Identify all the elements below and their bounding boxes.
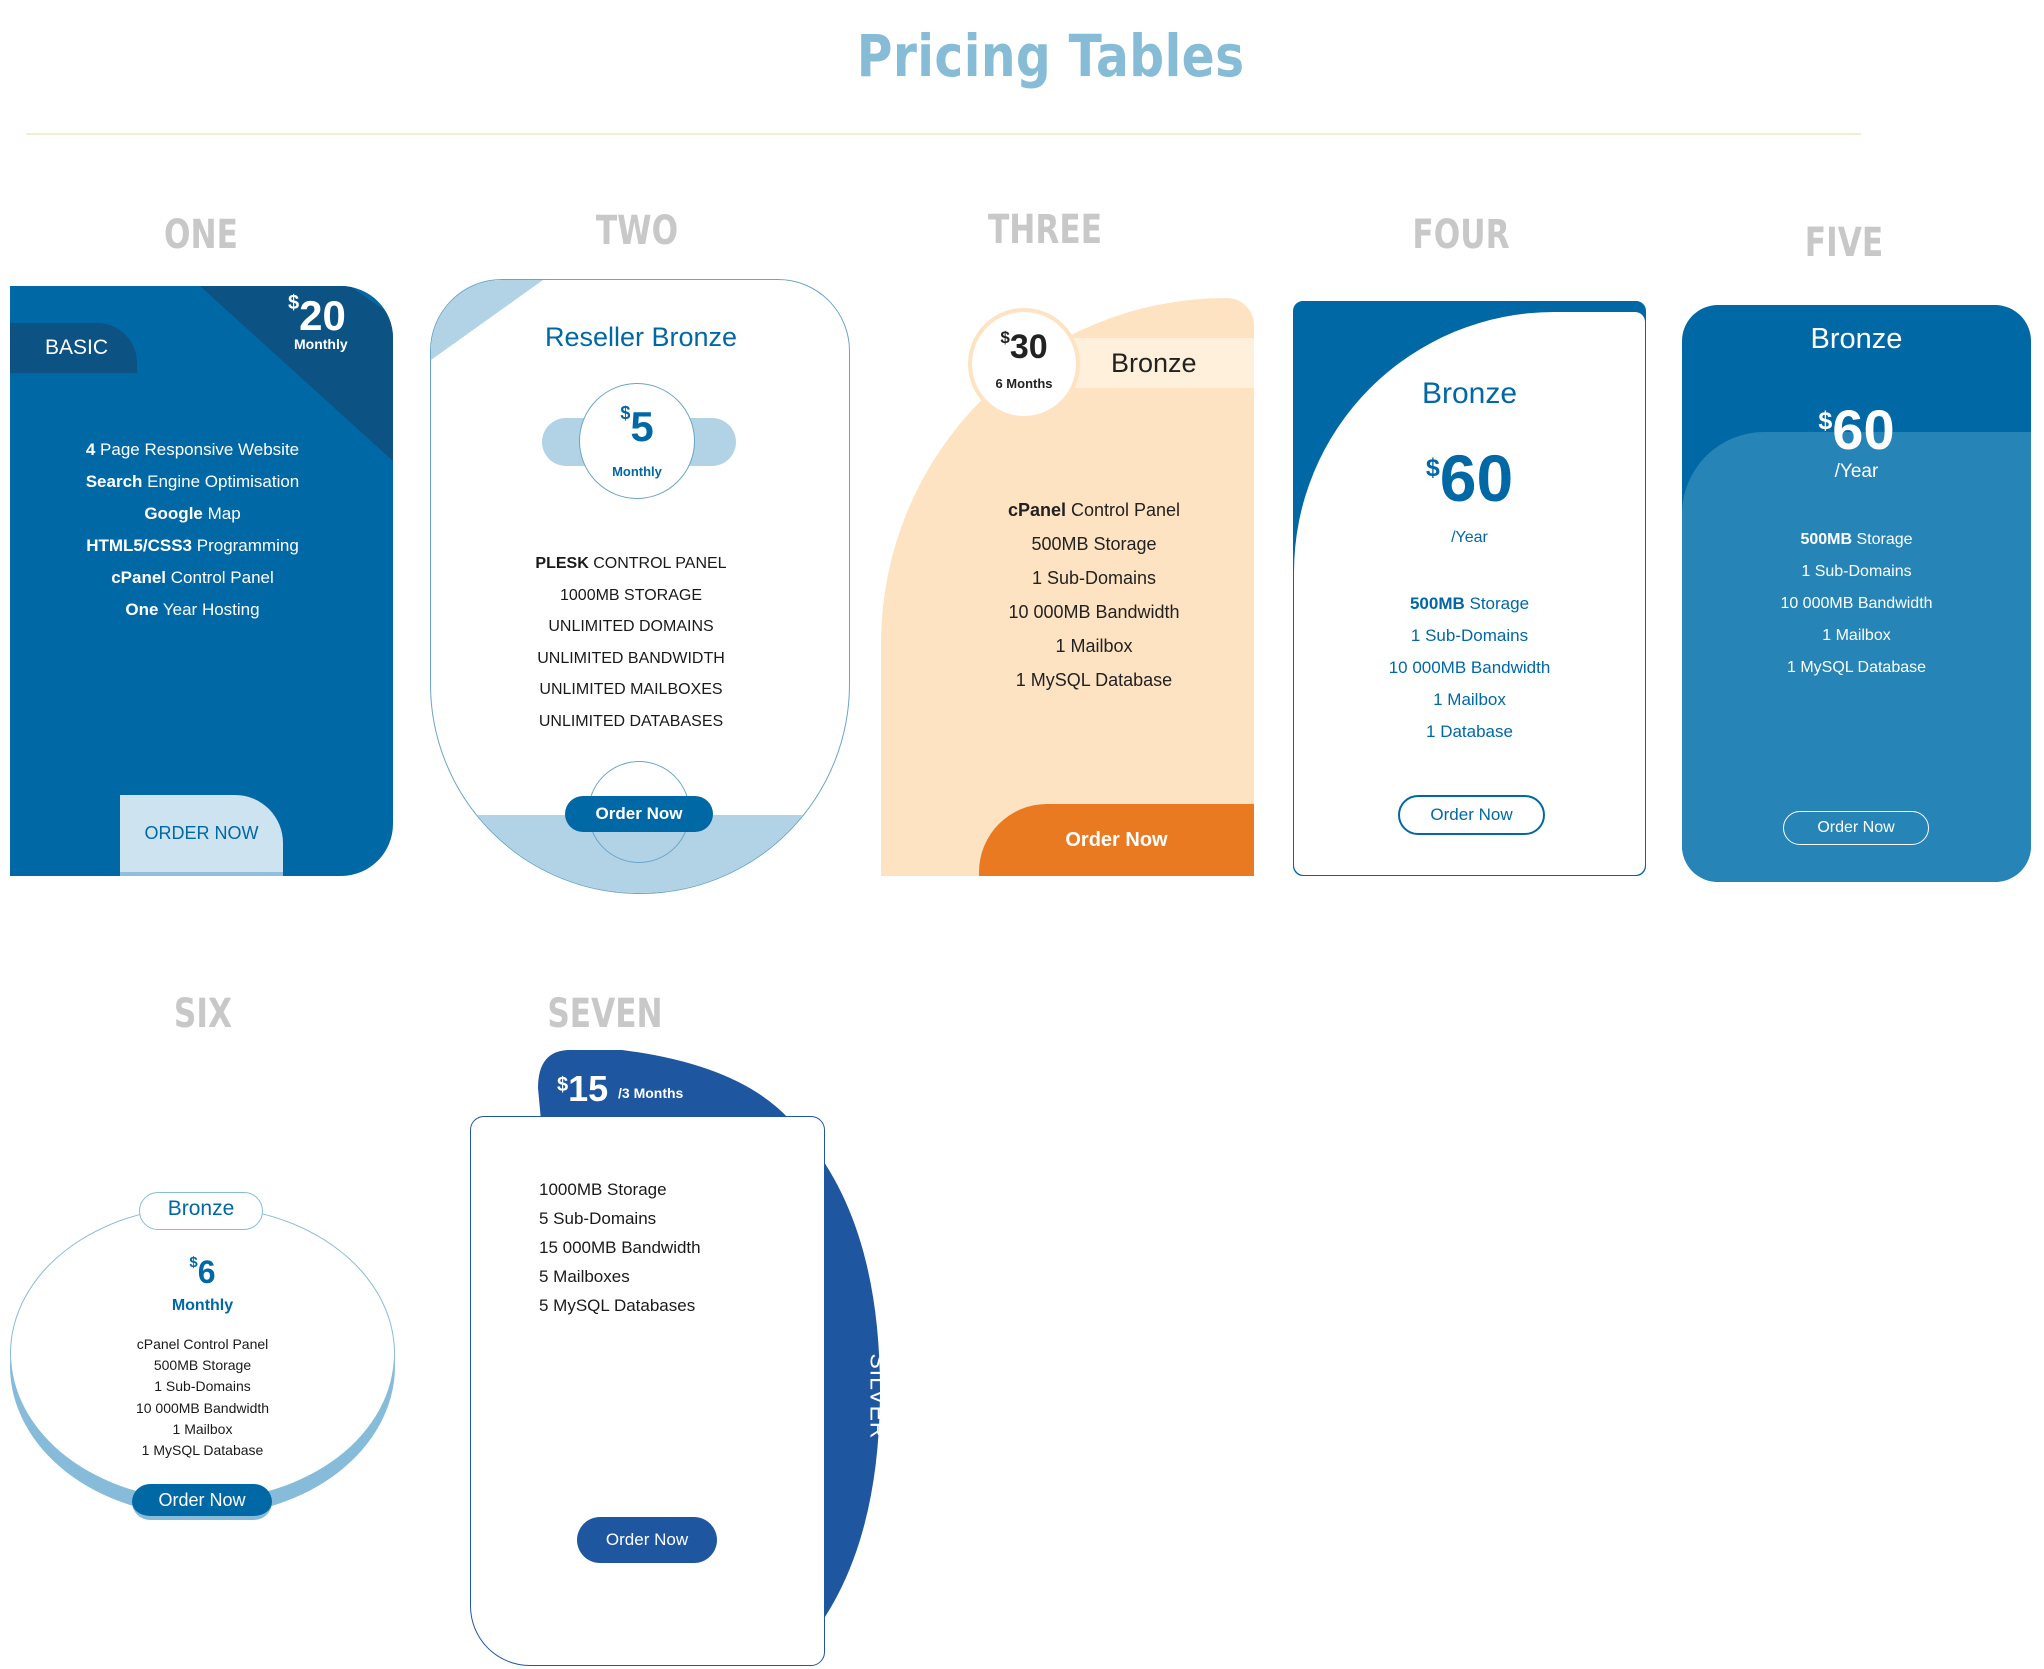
plan-name: Bronze	[1421, 377, 1518, 410]
feature-list: 4 Page Responsive Website Search Engine …	[10, 434, 375, 626]
feature-item: 10 000MB Bandwidth	[1780, 595, 1933, 612]
plan-name: SILVER	[865, 1353, 892, 1440]
feature-list: cPanel Control Panel 500MB Storage 1 Sub…	[10, 1334, 395, 1461]
title-divider	[26, 133, 1861, 135]
plan-name: Bronze	[167, 1197, 235, 1220]
feature-item: 1 Mailbox	[1433, 690, 1506, 709]
price: $60	[1818, 398, 1895, 461]
billing-period: /Year	[1834, 461, 1879, 482]
feature-item: cPanel Control Panel	[1007, 500, 1181, 520]
feature-item: 1000MB Storage	[539, 1180, 667, 1199]
feature-item: 1 Database	[1426, 722, 1513, 741]
price: $15	[557, 1068, 609, 1109]
billing-period: /3 Months	[618, 1085, 684, 1101]
plan-name: Bronze	[1810, 323, 1903, 355]
pricing-card-bronze-yearly-alt: Bronze $60 /Year 500MB Storage 1 Sub-Dom…	[1682, 305, 2031, 882]
billing-period: 6 Months	[995, 376, 1053, 391]
feature-item: 5 Mailboxes	[539, 1267, 630, 1286]
price: $60	[1425, 441, 1514, 515]
label-five: FIVE	[1804, 220, 1884, 266]
feature-item: 1000MB STORAGE	[560, 586, 702, 604]
feature-item: PLESK CONTROL PANEL	[535, 555, 727, 572]
label-four: FOUR	[1412, 212, 1510, 258]
feature-list: 500MB Storage 1 Sub-Domains 10 000MB Ban…	[1682, 524, 2031, 684]
feature-item: Search Engine Optimisation	[85, 472, 300, 491]
plan-name: Bronze	[1111, 348, 1197, 378]
order-now-button[interactable]: Order Now	[1398, 795, 1545, 835]
feature-item: 1 MySQL Database	[1015, 670, 1173, 690]
plan-name: BASIC	[45, 336, 109, 359]
label-two: TWO	[595, 208, 679, 254]
feature-item: 5 Sub-Domains	[539, 1209, 657, 1228]
feature-item: 10 000MB Bandwidth	[1008, 602, 1180, 622]
order-now-button[interactable]: Order Now	[565, 796, 713, 832]
feature-item: 1 Sub-Domains	[1801, 563, 1912, 580]
feature-item: 500MB Storage	[1409, 594, 1530, 613]
billing-period: Monthly	[612, 464, 662, 479]
feature-item: 1 Sub-Domains	[1410, 626, 1529, 645]
price: $5	[620, 403, 654, 450]
order-now-button[interactable]: ORDER NOW	[120, 795, 283, 876]
feature-item: 500MB Storage	[153, 1357, 252, 1374]
plan-name: Reseller Bronze	[544, 322, 738, 352]
feature-item: Google Map	[144, 504, 241, 523]
feature-item: 1 Mailbox	[1822, 627, 1891, 644]
feature-item: 500MB Storage	[1031, 534, 1157, 554]
feature-item: 4 Page Responsive Website	[85, 440, 300, 459]
pricing-card-silver: $15 /3 Months SILVER 1000MB Storage 5 Su…	[470, 1050, 892, 1666]
feature-item: UNLIMITED DATABASES	[538, 712, 724, 730]
label-six: SIX	[173, 991, 233, 1037]
feature-item: 15 000MB Bandwidth	[539, 1238, 701, 1257]
feature-list: cPanel Control Panel 500MB Storage 1 Sub…	[929, 493, 1259, 697]
feature-item: 1 MySQL Database	[1786, 659, 1927, 676]
feature-item: UNLIMITED MAILBOXES	[539, 681, 723, 698]
billing-period: /Year	[1451, 529, 1488, 546]
pricing-card-reseller-bronze: Reseller Bronze $5 Monthly PLESK CONTROL…	[430, 279, 850, 894]
feature-item: HTML5/CSS3 Programming	[86, 536, 299, 555]
pricing-card-basic: BASIC $20 Monthly 4 Page Responsive Webs…	[10, 286, 393, 876]
page-title: Pricing Tables	[856, 22, 1245, 90]
label-three: THREE	[987, 207, 1103, 253]
price: $20	[288, 292, 346, 339]
feature-item: 5 MySQL Databases	[539, 1296, 696, 1315]
order-now-button[interactable]: Order Now	[979, 804, 1254, 876]
feature-item: 1 Mailbox	[1055, 636, 1133, 656]
feature-item: cPanel Control Panel	[111, 568, 274, 587]
price: $6	[189, 1254, 216, 1290]
feature-list: 1000MB Storage 5 Sub-Domains 15 000MB Ba…	[539, 1175, 701, 1320]
feature-item: One Year Hosting	[125, 600, 260, 619]
feature-item: 500MB Storage	[1800, 531, 1913, 548]
feature-item: cPanel Control Panel	[136, 1336, 269, 1352]
feature-list: 500MB Storage 1 Sub-Domains 10 000MB Ban…	[1294, 588, 1645, 748]
pricing-card-bronze-6-months: Bronze $30 6 Months cPanel Control Panel…	[881, 298, 1254, 876]
feature-item: UNLIMITED BANDWIDTH	[537, 649, 725, 667]
feature-item: UNLIMITED DOMAINS	[548, 618, 714, 635]
label-one: ONE	[164, 212, 238, 258]
label-seven: SEVEN	[547, 991, 663, 1037]
order-now-button[interactable]: Order Now	[132, 1484, 272, 1520]
feature-item: 1 Sub-Domains	[1031, 568, 1157, 588]
order-now-button[interactable]: Order Now	[577, 1517, 717, 1563]
feature-item: 1 MySQL Database	[141, 1442, 264, 1459]
pricing-card-bronze-yearly: Bronze $60 /Year 500MB Storage 1 Sub-Dom…	[1293, 301, 1646, 876]
price: $30	[1000, 328, 1048, 366]
feature-item: 10 000MB Bandwidth	[1388, 658, 1551, 677]
feature-list: PLESK CONTROL PANEL 1000MB STORAGE UNLIM…	[431, 548, 831, 737]
billing-period: Monthly	[294, 336, 348, 352]
feature-item: 1 Sub-Domains	[154, 1378, 251, 1395]
feature-item: 1 Mailbox	[172, 1420, 233, 1437]
order-now-button[interactable]: Order Now	[1783, 811, 1929, 845]
feature-item: 10 000MB Bandwidth	[135, 1399, 270, 1416]
pricing-card-bronze-circle: Bronze $6 Monthly cPanel Control Panel 5…	[10, 1192, 395, 1522]
billing-period: Monthly	[171, 1297, 234, 1314]
